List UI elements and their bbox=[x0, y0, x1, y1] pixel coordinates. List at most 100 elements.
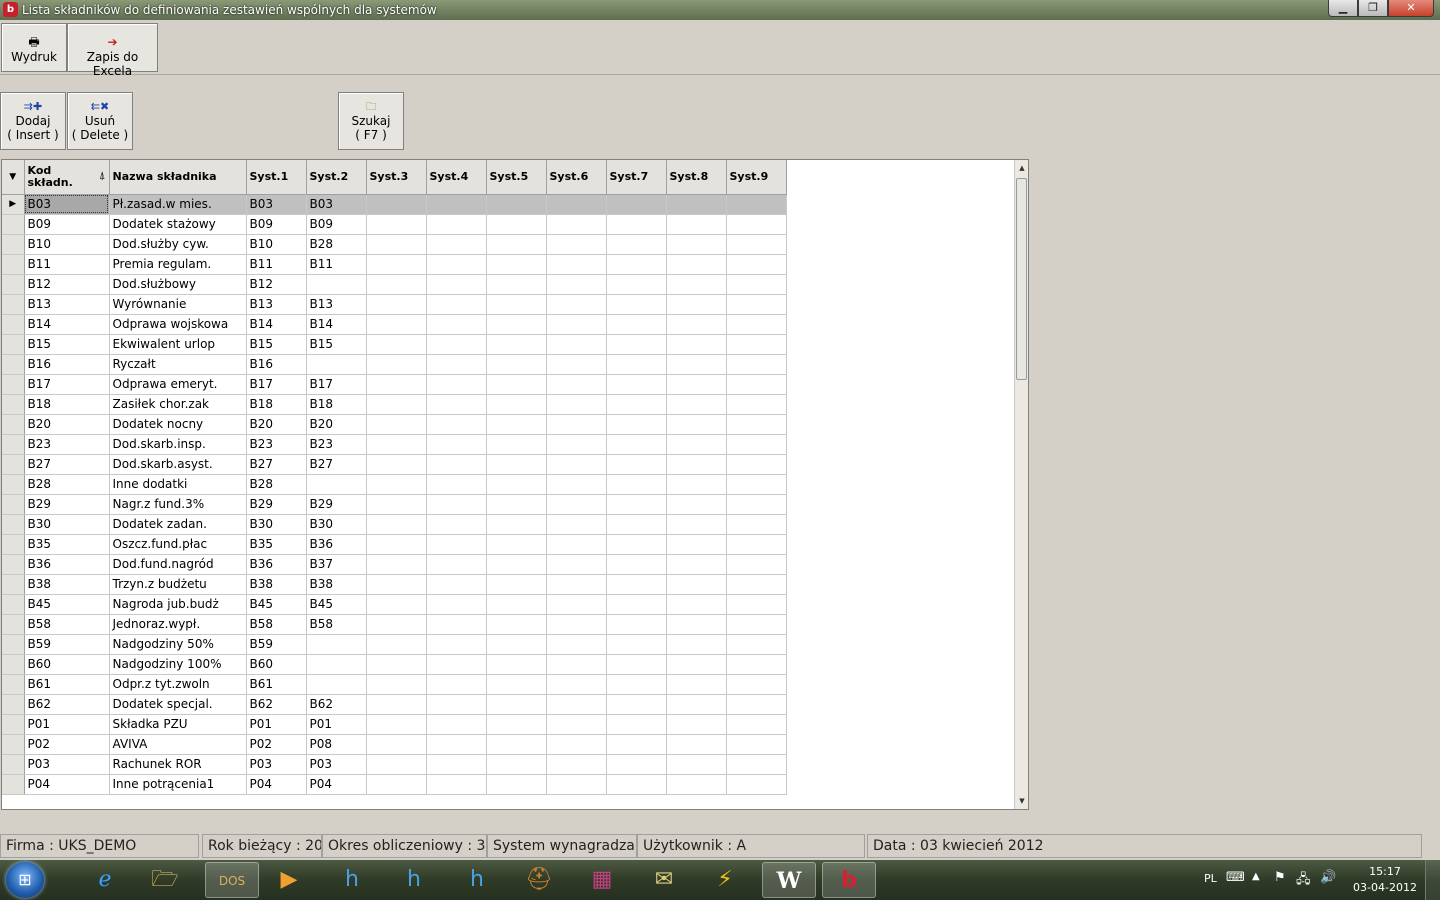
cell-syst[interactable] bbox=[606, 614, 667, 635]
row-indicator[interactable]: ▶ bbox=[2, 194, 25, 215]
cell-kod[interactable]: B28 bbox=[24, 474, 110, 495]
cell-syst[interactable] bbox=[426, 254, 487, 275]
cell-syst[interactable] bbox=[606, 254, 667, 275]
cell-syst[interactable] bbox=[486, 394, 547, 415]
row-indicator[interactable] bbox=[2, 494, 25, 515]
cell-syst[interactable] bbox=[726, 514, 787, 535]
cell-kod[interactable]: B29 bbox=[24, 494, 110, 515]
cell-syst[interactable] bbox=[666, 194, 727, 215]
cell-syst[interactable] bbox=[606, 674, 667, 695]
remove-button[interactable]: ⇇✖ Usuń ( Delete ) bbox=[67, 92, 133, 150]
row-indicator[interactable] bbox=[2, 354, 25, 375]
row-indicator[interactable] bbox=[2, 394, 25, 415]
cell-syst[interactable] bbox=[726, 594, 787, 615]
cell-syst[interactable]: P08 bbox=[306, 734, 367, 755]
cell-syst[interactable]: P03 bbox=[246, 754, 307, 775]
cell-syst[interactable] bbox=[606, 534, 667, 555]
cell-syst[interactable] bbox=[726, 334, 787, 355]
cell-syst[interactable] bbox=[426, 374, 487, 395]
cell-syst[interactable] bbox=[366, 314, 427, 335]
cell-syst[interactable] bbox=[666, 414, 727, 435]
cell-syst[interactable] bbox=[546, 714, 607, 735]
cell-syst[interactable]: P04 bbox=[246, 774, 307, 795]
cell-syst[interactable]: B11 bbox=[306, 254, 367, 275]
row-indicator[interactable] bbox=[2, 434, 25, 455]
cell-syst[interactable]: B13 bbox=[246, 294, 307, 315]
cell-kod[interactable]: B45 bbox=[24, 594, 110, 615]
table-row[interactable]: B36 Dod.fund.nagród B36 B37 bbox=[2, 554, 793, 575]
cell-syst[interactable] bbox=[486, 494, 547, 515]
cell-syst[interactable] bbox=[486, 694, 547, 715]
cell-kod[interactable]: P02 bbox=[24, 734, 110, 755]
cell-syst[interactable] bbox=[426, 714, 487, 735]
column-header-syst-3[interactable]: Syst.3 bbox=[366, 160, 427, 195]
cell-kod[interactable]: B36 bbox=[24, 554, 110, 575]
cell-syst[interactable] bbox=[366, 294, 427, 315]
language-indicator[interactable]: PL bbox=[1204, 872, 1217, 885]
row-indicator[interactable] bbox=[2, 294, 25, 315]
row-indicator[interactable] bbox=[2, 414, 25, 435]
cell-syst[interactable] bbox=[486, 554, 547, 575]
cell-syst[interactable] bbox=[606, 594, 667, 615]
cell-syst[interactable] bbox=[726, 374, 787, 395]
cell-syst[interactable] bbox=[726, 414, 787, 435]
cell-kod[interactable]: B35 bbox=[24, 534, 110, 555]
cell-syst[interactable] bbox=[726, 454, 787, 475]
cell-syst[interactable] bbox=[366, 354, 427, 375]
cell-syst[interactable] bbox=[486, 454, 547, 475]
cell-syst[interactable] bbox=[426, 334, 487, 355]
cell-syst[interactable] bbox=[606, 234, 667, 255]
table-row[interactable]: B12 Dod.służbowy B12 bbox=[2, 274, 793, 295]
cell-syst[interactable]: B14 bbox=[306, 314, 367, 335]
cell-syst[interactable] bbox=[426, 594, 487, 615]
add-button[interactable]: ⇉✚ Dodaj ( Insert ) bbox=[0, 92, 66, 150]
cell-syst[interactable] bbox=[366, 414, 427, 435]
vertical-scrollbar[interactable]: ▲ ▼ bbox=[1014, 160, 1028, 809]
cell-syst[interactable] bbox=[666, 594, 727, 615]
cell-syst[interactable] bbox=[546, 294, 607, 315]
table-row[interactable]: B23 Dod.skarb.insp. B23 B23 bbox=[2, 434, 793, 455]
cell-syst[interactable] bbox=[426, 774, 487, 795]
cell-syst[interactable] bbox=[366, 494, 427, 515]
cell-syst[interactable] bbox=[426, 754, 487, 775]
cell-nazwa[interactable]: Dod.skarb.asyst. bbox=[109, 454, 247, 475]
cell-nazwa[interactable]: Premia regulam. bbox=[109, 254, 247, 275]
scroll-up-arrow[interactable]: ▲ bbox=[1015, 160, 1028, 176]
cell-syst[interactable] bbox=[426, 434, 487, 455]
components-grid[interactable]: ▼ Kod składn. ⍋ Nazwa składnika Syst.1 Syst.… bbox=[1, 159, 1029, 810]
cell-syst[interactable]: B09 bbox=[306, 214, 367, 235]
cell-syst[interactable] bbox=[486, 334, 547, 355]
cell-syst[interactable] bbox=[666, 294, 727, 315]
cell-kod[interactable]: B11 bbox=[24, 254, 110, 275]
table-row[interactable]: B45 Nagroda jub.budż B45 B45 bbox=[2, 594, 793, 615]
cell-syst[interactable]: B23 bbox=[306, 434, 367, 455]
cell-syst[interactable] bbox=[366, 674, 427, 695]
cell-syst[interactable] bbox=[666, 514, 727, 535]
table-row[interactable]: B35 Oszcz.fund.płac B35 B36 bbox=[2, 534, 793, 555]
cell-syst[interactable]: B03 bbox=[306, 194, 367, 215]
cell-syst[interactable] bbox=[546, 754, 607, 775]
column-header-syst-7[interactable]: Syst.7 bbox=[606, 160, 667, 195]
excel-export-button[interactable]: ➔ Zapis do Excela bbox=[67, 23, 158, 78]
volume-icon[interactable]: 🔊 bbox=[1320, 870, 1336, 885]
cell-kod[interactable]: B18 bbox=[24, 394, 110, 415]
explorer-icon[interactable]: 🗁 bbox=[138, 862, 192, 898]
cell-syst[interactable] bbox=[666, 614, 727, 635]
cell-kod[interactable]: B30 bbox=[24, 514, 110, 535]
cell-nazwa[interactable]: Odpr.z tyt.zwoln bbox=[109, 674, 247, 695]
table-row[interactable]: B13 Wyrównanie B13 B13 bbox=[2, 294, 793, 315]
cell-syst[interactable] bbox=[426, 294, 487, 315]
row-indicator[interactable] bbox=[2, 514, 25, 535]
cell-syst[interactable] bbox=[606, 214, 667, 235]
cell-syst[interactable] bbox=[726, 254, 787, 275]
cell-syst[interactable]: B17 bbox=[306, 374, 367, 395]
cell-syst[interactable]: B03 bbox=[246, 194, 307, 215]
cell-syst[interactable] bbox=[366, 774, 427, 795]
cell-nazwa[interactable]: Dodatek specjal. bbox=[109, 694, 247, 715]
cell-nazwa[interactable]: Trzyn.z budżetu bbox=[109, 574, 247, 595]
cell-syst[interactable] bbox=[546, 494, 607, 515]
cell-syst[interactable] bbox=[726, 554, 787, 575]
cell-syst[interactable] bbox=[726, 214, 787, 235]
cell-syst[interactable] bbox=[606, 294, 667, 315]
table-row[interactable]: B18 Zasiłek chor.zak B18 B18 bbox=[2, 394, 793, 415]
